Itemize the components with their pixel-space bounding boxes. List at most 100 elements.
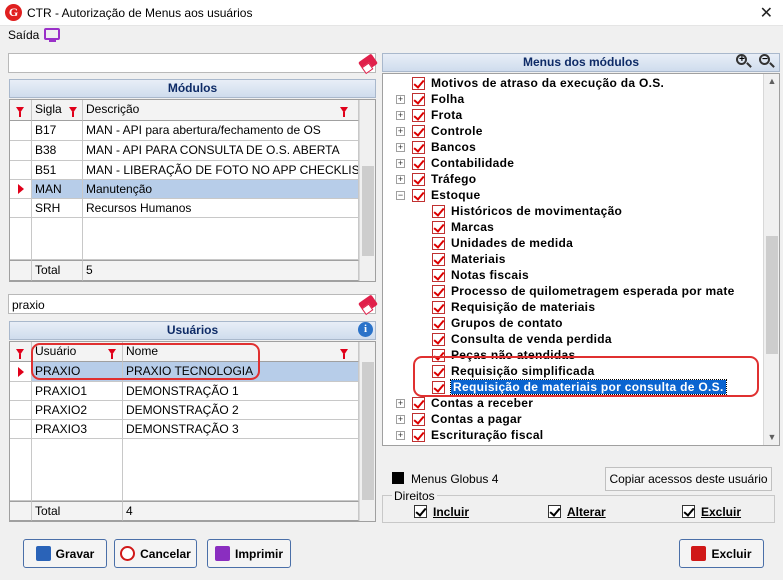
scroll-thumb[interactable] — [362, 362, 374, 500]
cancel-button[interactable]: Cancelar — [114, 539, 197, 568]
print-button[interactable]: Imprimir — [207, 539, 291, 568]
tree-item[interactable]: + Bancos — [383, 139, 761, 155]
filter-icon[interactable] — [69, 107, 77, 117]
table-cell[interactable]: MAN - API para abertura/fechamento de OS — [83, 121, 359, 141]
table-cell[interactable]: SRH — [32, 199, 83, 218]
excluir-checkbox[interactable] — [682, 505, 695, 518]
incluir-checkbox[interactable] — [414, 505, 427, 518]
modulos-filter-input[interactable] — [8, 53, 376, 73]
filter-icon[interactable] — [16, 349, 24, 359]
tree-item[interactable]: + Contabilidade — [383, 155, 761, 171]
tree-item[interactable]: + Contas a pagar — [383, 411, 761, 427]
tree-item[interactable]: + Escrituração fiscal — [383, 427, 761, 443]
tree-item[interactable]: + Folha — [383, 91, 761, 107]
tree-checkbox[interactable] — [432, 269, 445, 282]
tree-item[interactable]: Grupos de contato — [383, 315, 761, 331]
expand-icon[interactable]: + — [396, 399, 405, 408]
row-indicator[interactable] — [10, 161, 32, 180]
tree-item[interactable]: Consulta de venda perdida — [383, 331, 761, 347]
table-cell[interactable]: PRAXIO1 — [32, 382, 123, 401]
scroll-thumb[interactable] — [766, 236, 778, 354]
tree-item[interactable]: + Controle — [383, 123, 761, 139]
tree-checkbox[interactable] — [432, 237, 445, 250]
tree-item[interactable]: Materiais — [383, 251, 761, 267]
tree-checkbox[interactable] — [412, 397, 425, 410]
expand-icon[interactable]: + — [396, 415, 405, 424]
tree-item[interactable]: Notas fiscais — [383, 267, 761, 283]
table-cell[interactable]: DEMONSTRAÇÃO 3 — [123, 420, 359, 439]
column-header-descricao[interactable]: Descrição — [83, 100, 359, 121]
usuarios-scrollbar[interactable] — [359, 342, 375, 521]
scroll-thumb[interactable] — [362, 166, 374, 256]
expand-icon[interactable]: + — [396, 111, 405, 120]
tree-checkbox[interactable] — [412, 141, 425, 154]
expand-icon[interactable]: + — [396, 175, 405, 184]
close-icon[interactable]: ✕ — [760, 3, 773, 23]
table-cell[interactable]: B51 — [32, 161, 83, 180]
expand-icon[interactable]: + — [396, 95, 405, 104]
delete-button[interactable]: Excluir — [679, 539, 764, 568]
table-cell[interactable]: MAN - LIBERAÇÃO DE FOTO NO APP CHECKLIST — [83, 161, 359, 180]
save-button[interactable]: Gravar — [23, 539, 107, 568]
tree-item[interactable]: Unidades de medida — [383, 235, 761, 251]
table-cell[interactable]: Recursos Humanos — [83, 199, 359, 218]
collapse-icon[interactable]: − — [396, 191, 405, 200]
table-cell[interactable]: DEMONSTRAÇÃO 2 — [123, 401, 359, 420]
tree-checkbox[interactable] — [412, 125, 425, 138]
table-cell[interactable]: PRAXIO3 — [32, 420, 123, 439]
menus-scrollbar[interactable]: ▲ ▼ — [763, 74, 779, 445]
tree-checkbox[interactable] — [412, 429, 425, 442]
modulos-scrollbar[interactable] — [359, 100, 375, 281]
info-icon[interactable]: i — [358, 322, 373, 337]
row-indicator[interactable] — [10, 401, 32, 420]
table-cell[interactable]: PRAXIO2 — [32, 401, 123, 420]
tree-item[interactable]: Marcas — [383, 219, 761, 235]
expand-icon[interactable]: + — [396, 127, 405, 136]
row-indicator[interactable] — [10, 420, 32, 439]
table-cell[interactable]: MAN - API PARA CONSULTA DE O.S. ABERTA — [83, 141, 359, 161]
tree-item[interactable]: + Contas a receber — [383, 395, 761, 411]
row-indicator[interactable] — [10, 180, 32, 199]
zoom-out-icon[interactable]: − — [759, 54, 775, 70]
row-indicator[interactable] — [10, 141, 32, 161]
table-cell[interactable]: B38 — [32, 141, 83, 161]
copy-access-button[interactable]: Copiar acessos deste usuário — [605, 467, 772, 491]
zoom-in-icon[interactable]: + — [736, 54, 752, 70]
row-indicator[interactable] — [10, 199, 32, 218]
menu-saida[interactable]: Saída — [8, 28, 39, 42]
tree-checkbox[interactable] — [432, 317, 445, 330]
tree-checkbox[interactable] — [412, 173, 425, 186]
column-header-sigla[interactable]: Sigla — [32, 100, 83, 121]
row-indicator[interactable] — [10, 382, 32, 401]
expand-icon[interactable]: + — [396, 431, 405, 440]
scroll-up-icon[interactable]: ▲ — [764, 76, 779, 86]
table-cell[interactable]: B17 — [32, 121, 83, 141]
tree-checkbox[interactable] — [432, 221, 445, 234]
monitor-icon[interactable] — [44, 28, 60, 42]
usuarios-filter-input[interactable]: praxio — [8, 294, 376, 314]
table-cell[interactable]: DEMONSTRAÇÃO 1 — [123, 382, 359, 401]
tree-checkbox[interactable] — [412, 93, 425, 106]
tree-item[interactable]: + Frota — [383, 107, 761, 123]
tree-item[interactable]: + Tráfego — [383, 171, 761, 187]
tree-item[interactable]: Requisição de materiais — [383, 299, 761, 315]
tree-item[interactable]: Processo de quilometragem esperada por m… — [383, 283, 761, 299]
row-indicator[interactable] — [10, 362, 32, 382]
alterar-checkbox[interactable] — [548, 505, 561, 518]
filter-icon[interactable] — [340, 349, 348, 359]
tree-checkbox[interactable] — [432, 301, 445, 314]
tree-checkbox[interactable] — [432, 333, 445, 346]
filter-icon[interactable] — [340, 107, 348, 117]
table-cell[interactable]: MAN — [32, 180, 83, 199]
tree-checkbox[interactable] — [412, 157, 425, 170]
filter-icon[interactable] — [16, 107, 24, 117]
tree-checkbox[interactable] — [432, 253, 445, 266]
tree-checkbox[interactable] — [432, 285, 445, 298]
row-indicator[interactable] — [10, 121, 32, 141]
expand-icon[interactable]: + — [396, 143, 405, 152]
tree-checkbox[interactable] — [412, 189, 425, 202]
tree-checkbox[interactable] — [412, 413, 425, 426]
scroll-down-icon[interactable]: ▼ — [764, 432, 779, 442]
tree-item[interactable]: Históricos de movimentação — [383, 203, 761, 219]
tree-checkbox[interactable] — [412, 109, 425, 122]
